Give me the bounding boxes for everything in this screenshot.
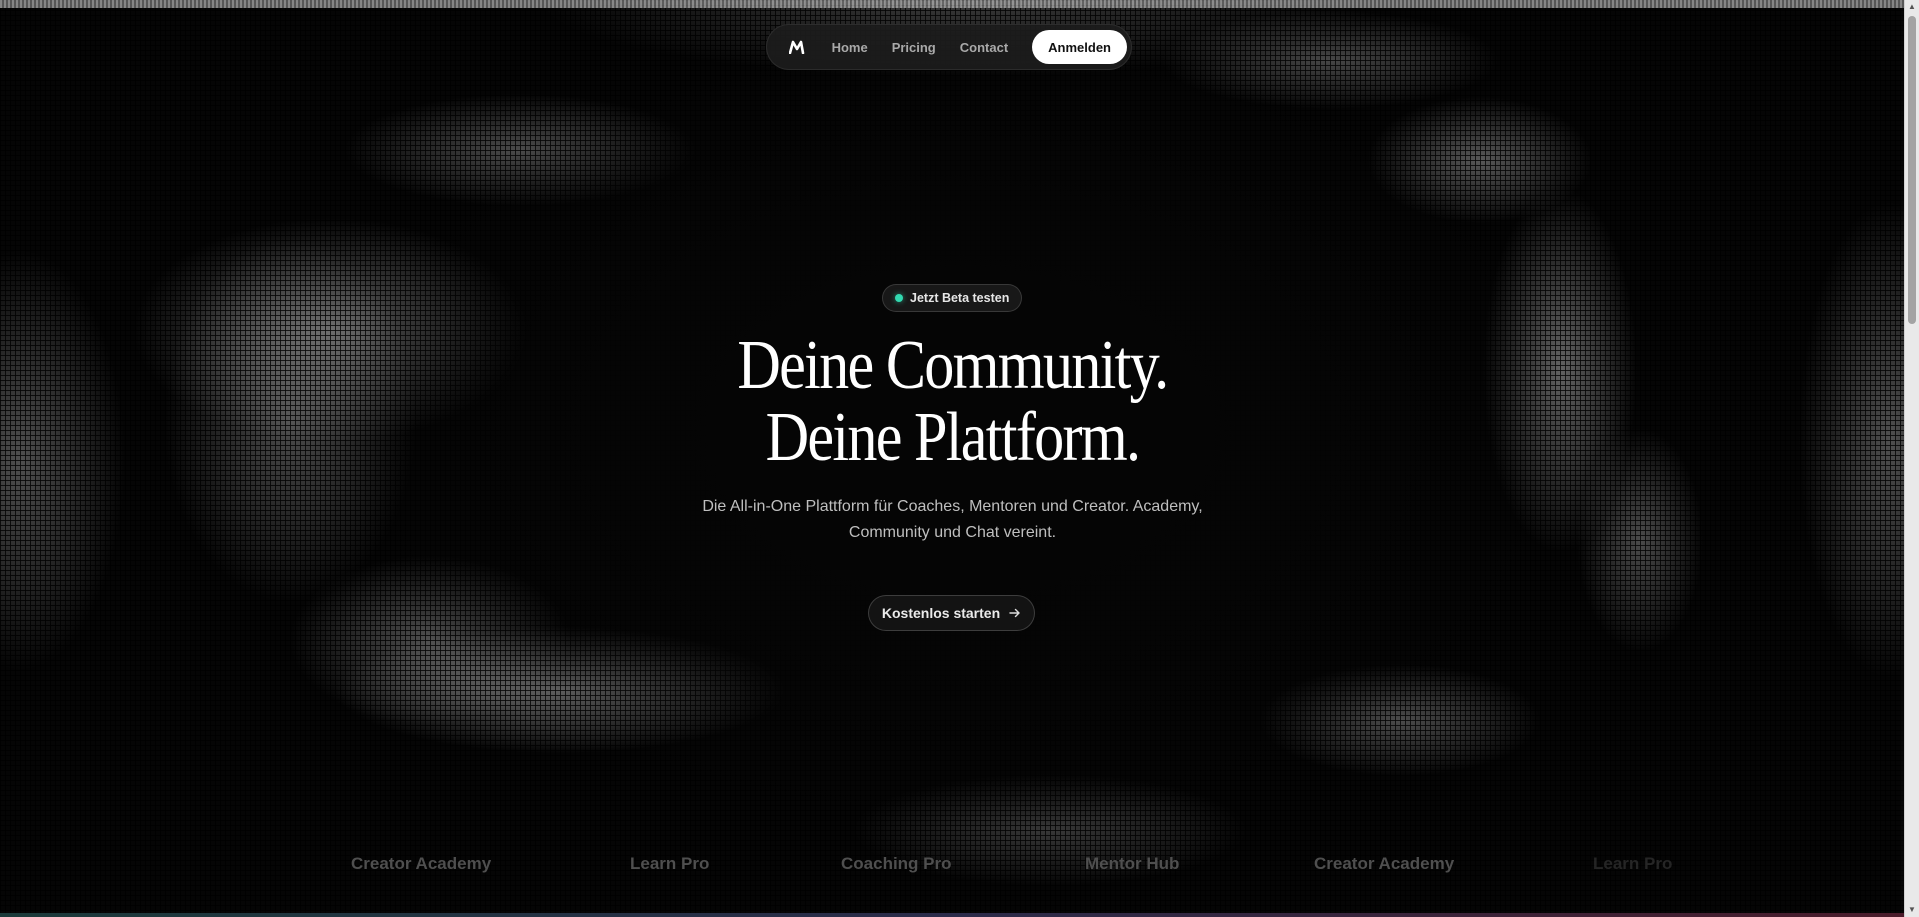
- login-button[interactable]: Anmelden: [1032, 30, 1127, 64]
- start-free-button[interactable]: Kostenlos starten: [868, 595, 1035, 631]
- beta-badge-label: Jetzt Beta testen: [910, 291, 1010, 305]
- partner-logo: Learn Pro: [1593, 854, 1673, 873]
- nav-link-home[interactable]: Home: [832, 40, 868, 55]
- bottom-edge-strip: [0, 913, 1905, 917]
- partner-logo: Creator Academy: [1314, 854, 1455, 873]
- partner-logo: Mentor Hub: [1085, 854, 1180, 873]
- subline-line-1: Die All-in-One Plattform für Coaches, Me…: [702, 498, 1203, 515]
- partner-logo: Learn Pro: [630, 854, 710, 873]
- top-nav: Home Pricing Contact Anmelden: [766, 24, 1132, 70]
- status-dot-icon: [895, 294, 903, 302]
- partner-logos-marquee: Creator Academy Learn Pro Coaching Pro M…: [0, 854, 1905, 878]
- page-scrollbar[interactable]: ▲ ▼: [1904, 0, 1919, 917]
- brand-m-logo-icon[interactable]: [789, 38, 806, 56]
- nav-link-pricing[interactable]: Pricing: [892, 40, 936, 55]
- nav-link-contact[interactable]: Contact: [960, 40, 1008, 55]
- arrow-right-icon: [1009, 606, 1021, 621]
- beta-badge[interactable]: Jetzt Beta testen: [882, 284, 1023, 312]
- top-edge-strip: [0, 0, 1905, 8]
- partner-logo: Creator Academy: [351, 854, 492, 873]
- landing-page: Home Pricing Contact Anmelden Jetzt Beta…: [0, 0, 1919, 917]
- hero-subline: Die All-in-One Plattform für Coaches, Me…: [0, 494, 1905, 546]
- headline-line-1: Deine Community.: [737, 327, 1169, 404]
- scrollbar-thumb[interactable]: [1908, 16, 1916, 324]
- start-free-label: Kostenlos starten: [881, 605, 1001, 621]
- subline-line-2: Community und Chat vereint.: [848, 524, 1057, 541]
- scroll-up-arrow-icon[interactable]: ▲: [1905, 0, 1919, 14]
- headline-line-2: Deine Plattform.: [765, 399, 1141, 476]
- hero-headline: Deine Community. Deine Plattform.: [133, 330, 1771, 474]
- scroll-down-arrow-icon[interactable]: ▼: [1905, 903, 1919, 917]
- partner-logo: Coaching Pro: [841, 854, 952, 873]
